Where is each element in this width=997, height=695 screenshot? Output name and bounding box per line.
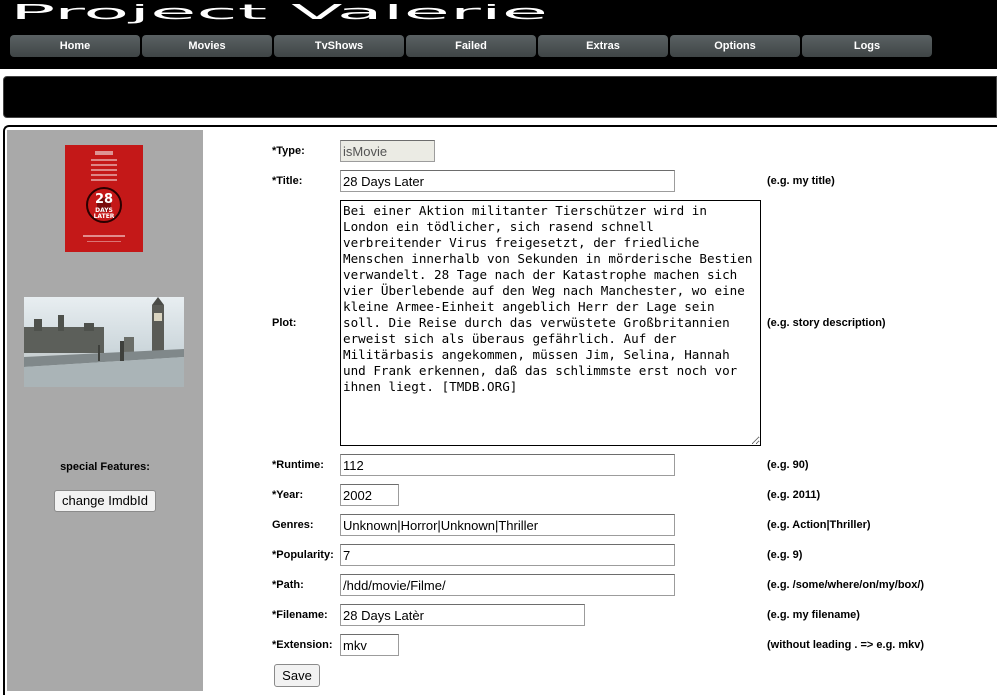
popularity-field[interactable] <box>340 544 675 566</box>
runtime-hint: (e.g. 90) <box>767 459 809 471</box>
movie-poster: 28 DAYS LATER <box>65 145 143 252</box>
genres-hint: (e.g. Action|Thriller) <box>767 519 871 531</box>
svg-text:28: 28 <box>95 192 113 207</box>
popularity-label: *Popularity: <box>272 549 334 561</box>
app-logo: Project Valerie <box>10 4 550 26</box>
nav-extras[interactable]: Extras <box>538 35 668 57</box>
extension-label: *Extension: <box>272 639 333 651</box>
year-label: *Year: <box>272 489 304 501</box>
title-label: *Title: <box>272 175 303 187</box>
app-title: Project Valerie <box>10 4 548 24</box>
runtime-label: *Runtime: <box>272 459 324 471</box>
header-bar: Project Valerie Home Movies TvShows Fail… <box>0 0 997 69</box>
plot-label: Plot: <box>272 317 297 329</box>
path-label: *Path: <box>272 579 304 591</box>
type-field[interactable] <box>340 140 435 162</box>
nav-home[interactable]: Home <box>10 35 140 57</box>
genres-label: Genres: <box>272 519 314 531</box>
popularity-hint: (e.g. 9) <box>767 549 803 561</box>
extension-field[interactable] <box>340 634 399 656</box>
path-field[interactable] <box>340 574 675 596</box>
filename-label: *Filename: <box>272 609 328 621</box>
year-field[interactable] <box>340 484 399 506</box>
title-hint: (e.g. my title) <box>767 175 835 187</box>
svg-text:LATER: LATER <box>94 213 115 220</box>
genres-field[interactable] <box>340 514 675 536</box>
title-field[interactable] <box>340 170 675 192</box>
filename-hint: (e.g. my filename) <box>767 609 860 621</box>
nav-options[interactable]: Options <box>670 35 800 57</box>
special-features-label: special Features: <box>60 461 150 473</box>
sub-header-bar <box>3 76 997 118</box>
plot-textarea[interactable]: Bei einer Aktion militanter Tierschützer… <box>340 200 761 446</box>
year-hint: (e.g. 2011) <box>767 489 821 501</box>
runtime-field[interactable] <box>340 454 675 476</box>
change-imdbid-button[interactable]: change ImdbId <box>54 490 156 512</box>
plot-hint: (e.g. story description) <box>767 317 886 329</box>
nav-logs[interactable]: Logs <box>802 35 932 57</box>
nav-movies[interactable]: Movies <box>142 35 272 57</box>
nav-failed[interactable]: Failed <box>406 35 536 57</box>
extension-hint: (without leading . => e.g. mkv) <box>767 639 925 651</box>
save-button[interactable]: Save <box>274 664 320 687</box>
path-hint: (e.g. /some/where/on/my/box/) <box>767 579 925 591</box>
filename-field[interactable] <box>340 604 585 626</box>
movie-backdrop <box>24 297 184 387</box>
nav-tvshows[interactable]: TvShows <box>274 35 404 57</box>
type-label: *Type: <box>272 145 305 157</box>
